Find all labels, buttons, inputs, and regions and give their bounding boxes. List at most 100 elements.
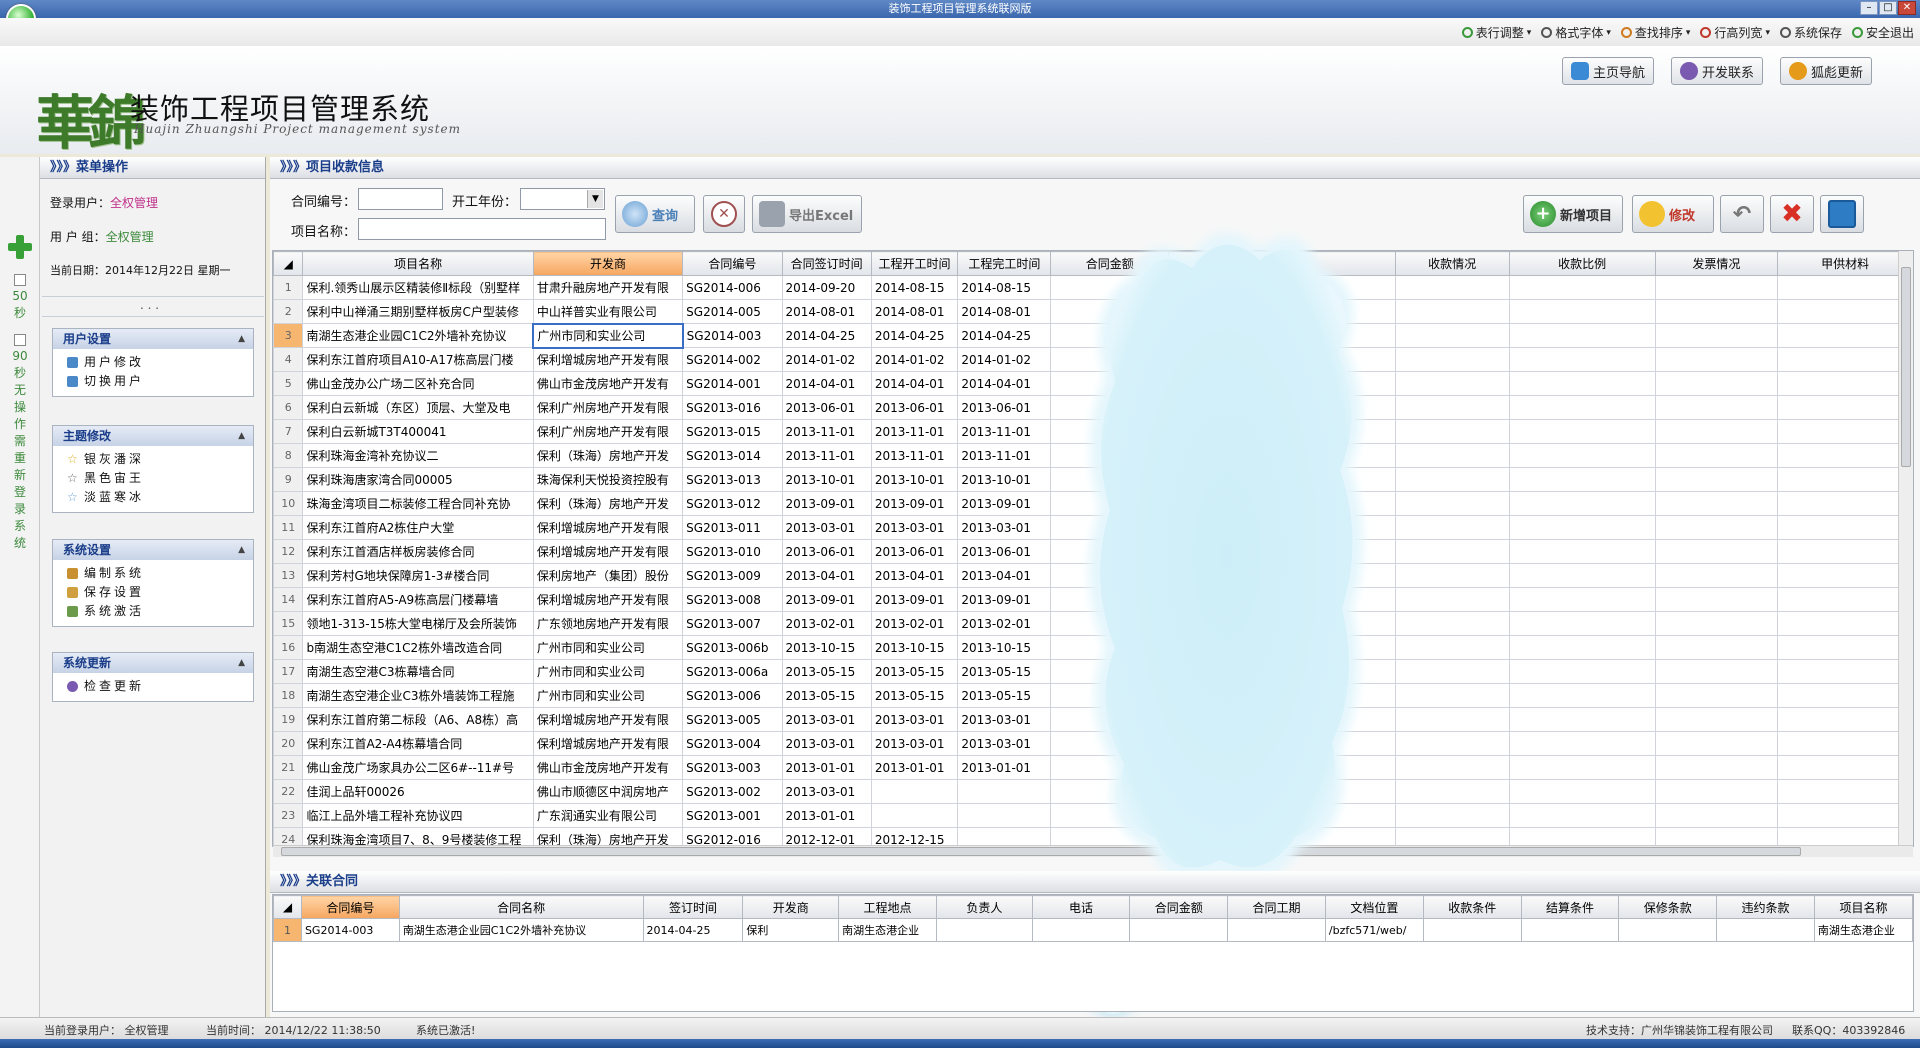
row-number[interactable]: 2	[273, 299, 304, 324]
menu-group-header[interactable]: 系统更新	[53, 653, 253, 673]
chevron-down-icon[interactable]: ▼	[587, 190, 603, 208]
corner-cell[interactable]: ◢	[273, 251, 304, 276]
contract-no-input[interactable]	[358, 188, 443, 210]
menu-item[interactable]: 系统激活	[53, 602, 253, 621]
column-header[interactable]: 收款比例	[1508, 251, 1656, 276]
delete-button[interactable]: ✖	[1770, 195, 1814, 233]
column-header[interactable]: 合同工期	[1227, 895, 1326, 919]
add-project-button[interactable]: + 新增项目	[1523, 195, 1623, 233]
row-number[interactable]: 23	[273, 803, 304, 828]
column-header[interactable]: 文档位置	[1324, 895, 1424, 919]
row-number[interactable]: 6	[273, 395, 304, 420]
column-header[interactable]: 工程开工时间	[870, 251, 959, 276]
row-number[interactable]: 14	[273, 587, 304, 612]
corner-cell[interactable]: ◢	[273, 895, 302, 919]
dev-contact-button[interactable]: 开发联系	[1671, 57, 1764, 85]
column-header[interactable]: 合同名称	[398, 895, 644, 919]
row-number[interactable]: 8	[273, 443, 304, 468]
row-number[interactable]: 1	[273, 275, 304, 300]
column-header[interactable]: 开发商	[532, 251, 684, 276]
query-button[interactable]: 查询	[615, 195, 695, 233]
year-select[interactable]: ▼	[520, 188, 605, 210]
undo-button[interactable]: ↶	[1720, 195, 1764, 233]
top-menu-item[interactable]: 系统保存	[1779, 24, 1842, 41]
clear-button[interactable]: ✕	[703, 195, 745, 233]
row-number[interactable]: 18	[273, 683, 304, 708]
edit-button[interactable]: 修改	[1632, 195, 1714, 233]
project-name-input[interactable]	[358, 218, 606, 240]
update-button[interactable]: 狐彪更新	[1780, 57, 1873, 85]
column-header[interactable]: 收款情况	[1394, 251, 1510, 276]
table-cell	[1394, 275, 1510, 300]
table-cell: 2013-05-15	[957, 659, 1052, 684]
row-number[interactable]: 17	[273, 659, 304, 684]
column-header[interactable]: 甲供材料	[1777, 251, 1913, 276]
timer-50-checkbox[interactable]	[14, 274, 26, 286]
related-grid[interactable]: ◢ 合同编号 合同名称 签订时间 开发商 工程地点 负责人 电话 合同金额 合同工期 文档位置 收款条…	[272, 894, 1914, 1012]
row-number[interactable]: 4	[273, 347, 304, 372]
row-number[interactable]: 9	[273, 467, 304, 492]
menu-item[interactable]: ☆ 银灰潘深	[53, 450, 253, 469]
menu-item[interactable]: 保存设置	[53, 583, 253, 602]
row-number[interactable]: 11	[273, 515, 304, 540]
column-header[interactable]: 开发商	[742, 895, 840, 919]
row-number[interactable]: 15	[273, 611, 304, 636]
menu-item[interactable]: ☆ 淡蓝寒冰	[53, 488, 253, 507]
close-icon[interactable]: ✕	[1898, 1, 1916, 15]
row-number[interactable]: 20	[273, 731, 304, 756]
top-menu-item[interactable]: 表行调整 ▾	[1461, 24, 1531, 41]
column-header[interactable]: 收款条件	[1422, 895, 1522, 919]
column-header[interactable]: 电话	[1031, 895, 1131, 919]
column-header[interactable]: 项目名称	[1813, 895, 1913, 919]
top-menu-item[interactable]: 安全退出	[1851, 24, 1914, 41]
column-header[interactable]: 项目名称	[302, 251, 534, 276]
table-cell: 2013-03-01	[870, 707, 959, 732]
row-number[interactable]: 19	[273, 707, 304, 732]
row-number[interactable]: 13	[273, 563, 304, 588]
menu-item[interactable]: ☆ 黑色宙王	[53, 469, 253, 488]
column-header[interactable]: 结算条件	[1520, 895, 1620, 919]
scroll-thumb[interactable]	[1901, 267, 1911, 467]
row-number[interactable]: 1	[273, 918, 302, 942]
column-header[interactable]: 负责人	[936, 895, 1033, 919]
export-excel-button[interactable]: 导出Excel	[752, 195, 862, 233]
menu-group-header[interactable]: 主题修改	[53, 426, 253, 446]
row-number[interactable]: 16	[273, 635, 304, 660]
menu-item[interactable]: 检查更新	[53, 677, 253, 696]
column-header[interactable]: 合同编号	[682, 251, 783, 276]
row-number[interactable]: 3	[273, 323, 304, 348]
column-header[interactable]: 发票情况	[1654, 251, 1779, 276]
vertical-scrollbar[interactable]	[1898, 251, 1913, 845]
column-header[interactable]: 签订时间	[642, 895, 744, 919]
menu-group-header[interactable]: 用户设置	[53, 329, 253, 349]
row-number[interactable]: 5	[273, 371, 304, 396]
save-button[interactable]	[1820, 195, 1864, 233]
plus-icon[interactable]	[6, 233, 34, 261]
column-header[interactable]: 保修条款	[1618, 895, 1718, 919]
home-nav-button[interactable]: 主页导航	[1562, 57, 1655, 85]
column-header[interactable]: 工程地点	[838, 895, 938, 919]
timer-90-checkbox[interactable]	[14, 334, 26, 346]
minimize-icon[interactable]: –	[1860, 1, 1878, 15]
os-taskbar	[0, 1039, 1920, 1048]
menu-item[interactable]: 切换用户	[53, 372, 253, 391]
column-header[interactable]: 工程完工时间	[957, 251, 1052, 276]
table-row[interactable]: 1 SG2014-003 南湖生态港企业园C1C2外墙补充协议 2014-04-25 保…	[273, 918, 1913, 942]
column-header[interactable]: 合同金额	[1129, 895, 1229, 919]
row-number[interactable]: 7	[273, 419, 304, 444]
column-header[interactable]: 合同签订时间	[781, 251, 872, 276]
row-number[interactable]: 10	[273, 491, 304, 516]
top-menu-item[interactable]: 格式字体 ▾	[1541, 24, 1611, 41]
menu-item[interactable]: 编制系统	[53, 564, 253, 583]
top-menu-item[interactable]: 查找排序 ▾	[1620, 24, 1690, 41]
top-menu-item[interactable]: 行高列宽 ▾	[1700, 24, 1770, 41]
scroll-thumb[interactable]	[281, 847, 1801, 856]
row-number[interactable]: 12	[273, 539, 304, 564]
column-header[interactable]: 合同编号	[300, 895, 400, 919]
row-number[interactable]: 21	[273, 755, 304, 780]
menu-item[interactable]: 用户修改	[53, 353, 253, 372]
menu-group-header[interactable]: 系统设置	[53, 540, 253, 560]
row-number[interactable]: 22	[273, 779, 304, 804]
maximize-icon[interactable]: □	[1879, 1, 1897, 15]
column-header[interactable]: 违约条款	[1716, 895, 1815, 919]
